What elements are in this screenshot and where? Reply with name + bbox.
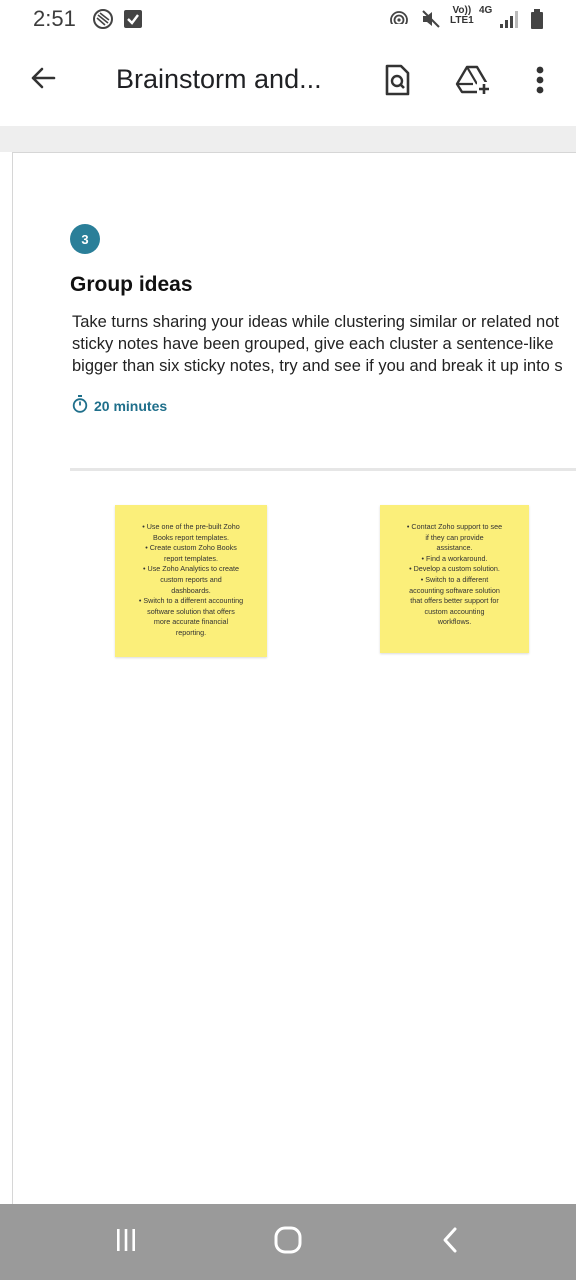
toolbar-divider <box>0 126 576 152</box>
find-in-document-button[interactable] <box>379 64 415 100</box>
step-timer: 20 minutes <box>72 395 167 416</box>
nav-back-button[interactable] <box>428 1222 472 1262</box>
step-number-badge: 3 <box>70 224 100 254</box>
sticky-note-line: reporting. <box>175 627 207 637</box>
back-button[interactable] <box>26 62 60 98</box>
sticky-note-line: • Use Zoho Analytics to create <box>143 564 239 574</box>
timer-label: 20 minutes <box>94 397 168 414</box>
sticky-note-line: accounting software solution <box>409 585 500 595</box>
network-type: 4G <box>479 5 493 16</box>
description-line: Take turns sharing your ideas while clus… <box>72 313 559 331</box>
status-bar: 2:51 Vo)) LTE1 4G <box>0 0 576 38</box>
sticky-note-line: report templates. <box>164 553 218 563</box>
sticky-note-line: • Use one of the pre-built Zoho <box>142 522 240 531</box>
sticky-note-line: software solution that offers <box>147 606 235 616</box>
step-description: Take turns sharing your ideas while clus… <box>72 311 576 377</box>
sticky-note-line: • Switch to a different accounting <box>138 596 244 606</box>
status-time: 2:51 <box>33 6 76 31</box>
stopwatch-icon <box>72 395 88 416</box>
back-icon <box>440 1226 460 1259</box>
battery-icon <box>526 8 548 30</box>
more-vert-icon <box>535 65 545 100</box>
sticky-note-line: if they can provide <box>425 532 484 542</box>
nfc-icon <box>388 8 410 30</box>
recent-apps-button[interactable] <box>104 1222 148 1262</box>
add-to-drive-button[interactable] <box>455 64 491 100</box>
description-line: sticky notes have been grouped, give eac… <box>72 335 554 353</box>
sticky-note[interactable]: • Use one of the pre-built Zoho Books re… <box>115 505 267 657</box>
app-bar: Brainstorm and... <box>0 38 576 126</box>
document-search-icon <box>382 64 412 101</box>
sticky-note-line: • Create custom Zoho Books <box>145 543 237 553</box>
recent-apps-icon <box>113 1228 139 1257</box>
sticky-note-line: • Switch to a different <box>420 574 489 584</box>
sticky-note-line: custom reports and <box>160 574 222 584</box>
network-label: Vo)) LTE1 <box>450 6 474 26</box>
home-icon <box>273 1226 303 1259</box>
checkbox-icon <box>122 8 144 30</box>
sticky-note-line: • Contact Zoho support to see <box>406 522 503 531</box>
sticky-note-line: that offers better support for <box>410 596 499 606</box>
sticky-note-line: dashboards. <box>171 585 211 595</box>
add-drive-icon <box>455 64 491 101</box>
home-button[interactable] <box>266 1222 310 1262</box>
shield-sync-icon <box>92 8 114 30</box>
sticky-note-line: workflows. <box>437 617 472 627</box>
system-navigation-bar <box>0 1204 576 1280</box>
back-arrow-icon <box>28 63 58 98</box>
mute-icon <box>420 8 442 30</box>
sticky-note-line: • Develop a custom solution. <box>409 564 500 574</box>
description-line: bigger than six sticky notes, try and se… <box>72 357 563 375</box>
sticky-note[interactable]: • Contact Zoho support to see if they ca… <box>380 505 529 653</box>
document-title: Brainstorm and... <box>116 64 322 94</box>
sticky-note-line: • Find a workaround. <box>421 553 488 563</box>
sticky-note-line: Books report templates. <box>153 532 229 542</box>
section-divider <box>70 468 576 471</box>
sticky-note-line: assistance. <box>436 543 473 553</box>
sticky-note-line: more accurate financial <box>153 617 229 627</box>
step-title: Group ideas <box>70 273 193 296</box>
sticky-note-line: custom accounting <box>424 606 485 616</box>
signal-icon <box>498 8 520 30</box>
network-lte: LTE1 <box>450 15 474 26</box>
more-options-button[interactable] <box>522 64 558 100</box>
document-canvas[interactable]: 3 Group ideas Take turns sharing your id… <box>12 152 576 1204</box>
